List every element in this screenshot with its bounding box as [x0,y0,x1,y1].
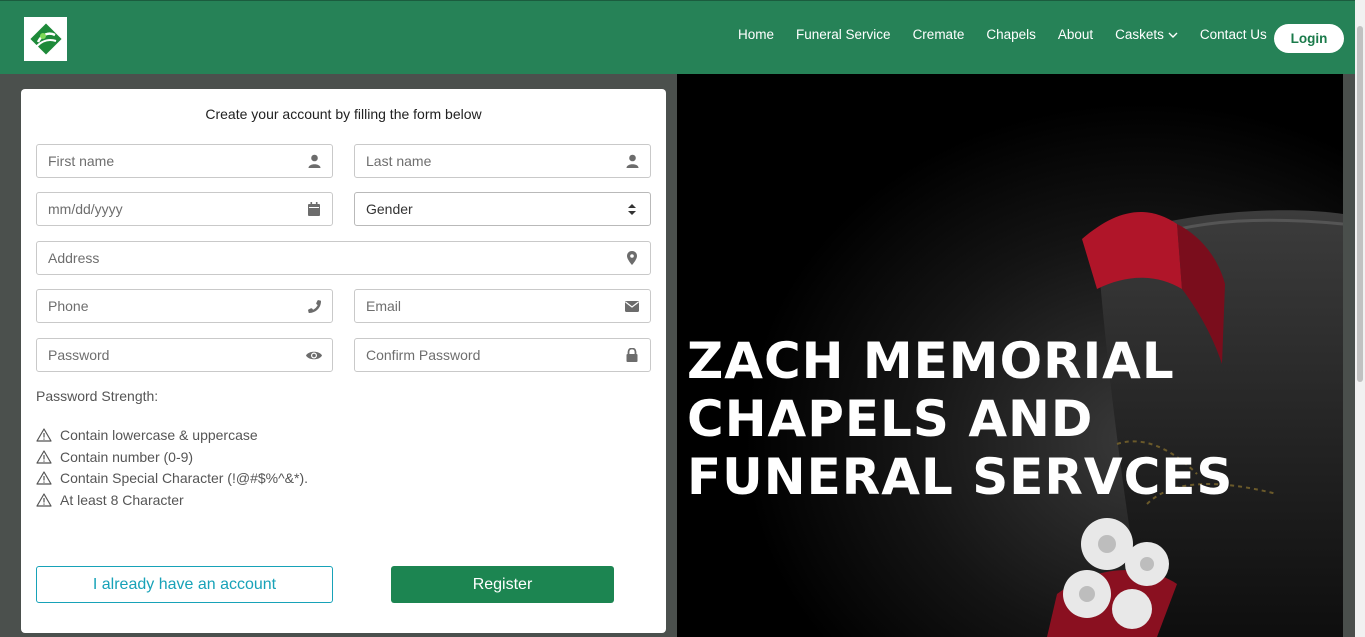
eye-icon[interactable] [296,339,332,371]
nav-chapels[interactable]: Chapels [986,27,1036,42]
gender-select-value: Gender [366,201,413,217]
nav-home[interactable]: Home [738,27,774,42]
password-field [36,338,333,372]
birthdate-field [36,192,333,226]
have-account-button[interactable]: I already have an account [36,566,333,603]
password-rule: Contain lowercase & uppercase [36,424,308,446]
lock-icon [614,339,650,371]
phone-field [36,289,333,323]
nav-funeral-service[interactable]: Funeral Service [796,27,891,42]
register-button[interactable]: Register [391,566,614,603]
password-rule-text: Contain Special Character (!@#$%^&*). [60,470,309,487]
calendar-icon[interactable] [296,193,332,225]
address-field [36,241,651,275]
hero-banner: ZACH MEMORIAL CHAPELS AND FUNERAL SERVCE… [677,74,1343,637]
gender-select[interactable]: Gender [354,192,651,226]
warning-icon [36,493,54,507]
password-strength-title: Password Strength: [36,388,159,404]
login-button[interactable]: Login [1274,24,1344,53]
email-field [354,289,651,323]
sort-icon [614,193,650,225]
phone-input[interactable] [37,290,296,322]
password-rule-text: Contain number (0-9) [60,448,194,465]
warning-icon [36,449,54,464]
birthdate-input[interactable] [37,193,296,225]
password-rule: At least 8 Character [36,489,308,511]
logo-icon [29,23,62,55]
address-input[interactable] [37,242,614,274]
scrollbar-thumb[interactable] [1357,26,1363,382]
user-icon [614,145,650,177]
logo[interactable] [24,17,67,61]
chevron-down-icon [1168,27,1178,42]
last-name-field [354,144,651,178]
email-input[interactable] [355,290,614,322]
password-rule-text: At least 8 Character [60,491,184,508]
nav-contact-us[interactable]: Contact Us [1200,27,1267,42]
nav-caskets-dropdown[interactable]: Caskets [1115,27,1178,42]
page-scrollbar[interactable] [1355,0,1365,637]
password-rule: Contain Special Character (!@#$%^&*). [36,467,308,489]
first-name-input[interactable] [37,145,296,177]
form-title: Create your account by filling the form … [205,106,482,122]
map-marker-icon [614,242,650,274]
confirm-password-input[interactable] [355,339,614,371]
nav-about[interactable]: About [1058,27,1093,42]
password-rule-text: Contain lowercase & uppercase [60,426,258,443]
hero-title: ZACH MEMORIAL CHAPELS AND FUNERAL SERVCE… [687,332,1234,506]
confirm-password-field [354,338,651,372]
warning-icon [36,428,54,442]
password-rules-list: Contain lowercase & uppercase Contain nu… [36,424,308,511]
main-nav: Home Funeral Service Cremate Chapels Abo… [738,27,1289,42]
phone-icon [296,290,332,322]
envelope-icon [614,290,650,322]
nav-caskets-label: Caskets [1115,27,1164,42]
password-rule: Contain number (0-9) [36,446,308,468]
last-name-input[interactable] [355,145,614,177]
first-name-field [36,144,333,178]
warning-icon [36,471,54,485]
top-navbar: Home Funeral Service Cremate Chapels Abo… [0,0,1355,74]
nav-cremate[interactable]: Cremate [913,27,965,42]
password-input[interactable] [37,339,296,371]
user-icon [296,145,332,177]
